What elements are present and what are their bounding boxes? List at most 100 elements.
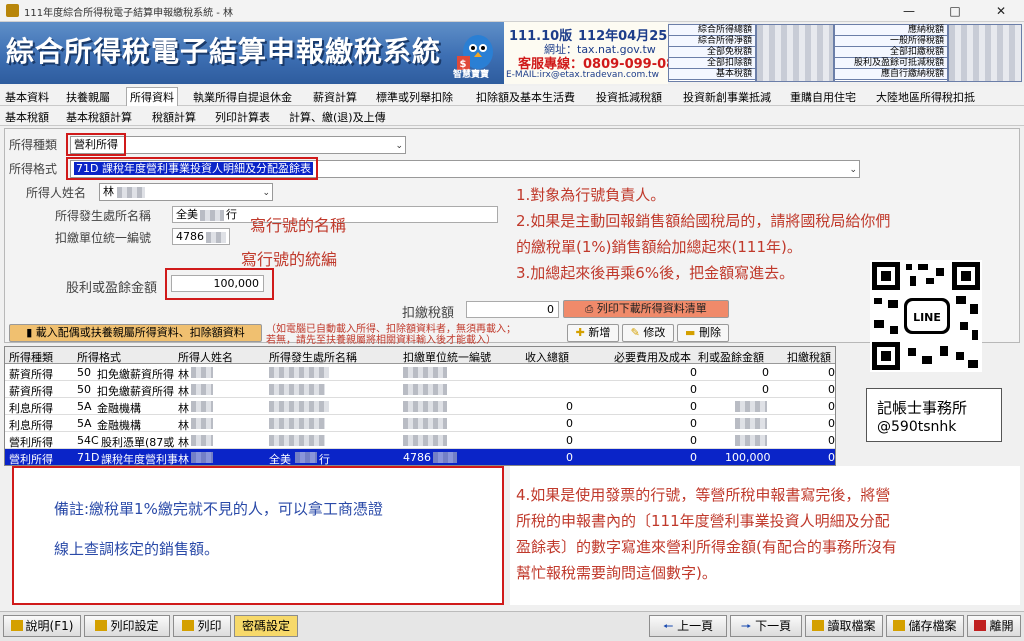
load-family-data-button[interactable]: ▮ 載入配偶或扶養親屬所得資料、扣除額資料 (9, 324, 262, 342)
window-title: 111年度綜合所得稅電子結算申報繳稅系統 - 林 (24, 8, 234, 19)
qr-line-label: LINE (913, 311, 941, 324)
table-row[interactable]: 薪資所得 50 扣免繳薪資所得 林 0 0 0 (5, 364, 835, 381)
tab-basic-tax-calc[interactable]: 基本稅額計算 (66, 109, 132, 125)
column-header: 扣繳稅額 (787, 351, 831, 364)
print-list-button[interactable]: ⎙ 列印下載所得資料清單 (563, 300, 729, 318)
tab-dependents[interactable]: 扶養親屬 (66, 89, 110, 105)
plus-icon: ✚ (575, 326, 585, 339)
bottom-toolbar: 說明(F1) 列印設定 列印 密碼設定 🠔 上一頁 🠖 下一頁 讀取檔案 儲存檔… (0, 611, 1024, 641)
minimize-button[interactable]: — (886, 0, 932, 22)
remark-line-2: 線上查調核定的銷售額。 (54, 540, 220, 558)
delete-button[interactable]: ▬ 刪除 (677, 324, 729, 342)
book-icon (10, 620, 23, 631)
printer-icon (182, 620, 195, 631)
redacted-text (403, 384, 447, 395)
next-page-button[interactable]: 🠖 下一頁 (730, 615, 802, 637)
withholder-id-label: 扣繳單位統一編號 (55, 231, 152, 245)
print-label: 列印 (197, 619, 222, 633)
contact-panel: 111.10版 112年04月25日製 網址：tax.nat.gov.tw 客服… (504, 22, 693, 84)
cell-code: 5A (77, 400, 92, 413)
redacted-text (433, 452, 457, 463)
tab-income[interactable]: 所得資料 (126, 87, 178, 106)
table-row-selected[interactable]: 營利所得 71D 課稅年度營利事 林 全美 行 4786 0 0 100,000… (5, 449, 835, 466)
tab-investment-credit[interactable]: 投資抵減稅額 (596, 89, 662, 105)
email-link[interactable]: E-MAIL:irx@etax.tradevan.com.tw (506, 70, 659, 80)
cell-cost: 0 (690, 451, 697, 464)
add-button[interactable]: ✚ 新增 (567, 324, 619, 342)
maximize-button[interactable]: □ (932, 0, 978, 22)
tab-salary[interactable]: 薪資計算 (313, 89, 357, 105)
table-row[interactable]: 營利所得 54C 股利憑單(87或 林 0 0 0 (5, 432, 835, 449)
load-note-2: 若無，請先至扶養親屬將相關資料輸入後才能載入） (266, 335, 496, 346)
tab-tax-calc[interactable]: 稅額計算 (152, 109, 196, 125)
print-setup-label: 列印設定 (110, 619, 159, 633)
cell-cost: 0 (690, 417, 697, 430)
tab-calc-upload[interactable]: 計算、繳(退)及上傳 (289, 109, 386, 125)
cell-tax: 0 (828, 383, 835, 396)
minus-icon: ▬ (685, 326, 696, 339)
note-1: 1.對象為行號負責人。 (516, 186, 666, 204)
help-label: 說明(F1) (25, 619, 74, 633)
column-header: 必要費用及成本 (614, 351, 691, 364)
tab-home-purchase[interactable]: 重購自用住宅 (790, 89, 856, 105)
prev-label: 上一頁 (677, 619, 714, 633)
print-setup-button[interactable]: 列印設定 (84, 615, 170, 637)
save-file-button[interactable]: 儲存檔案 (886, 615, 964, 637)
tab-basic-living[interactable]: 扣除額及基本生活費 (476, 89, 575, 105)
table-row[interactable]: 利息所得 5A 金融機構 林 0 0 0 (5, 398, 835, 415)
hint-shop-name: 寫行號的名稱 (250, 216, 347, 235)
summary-right-item: 應自行繳納稅額 (835, 69, 947, 80)
tab-mainland-tax[interactable]: 大陸地區所得稅扣抵 (876, 89, 975, 105)
edit-button[interactable]: ✎ 修改 (622, 324, 674, 342)
note-2a: 2.如果是主動回報銷售額給國稅局的，請將國稅局給你們 (516, 212, 891, 230)
exit-button[interactable]: 離開 (967, 615, 1021, 637)
help-button[interactable]: 說明(F1) (3, 615, 81, 637)
earner-name-select[interactable]: 林 ⌄ (99, 183, 273, 201)
cell-format: 課稅年度營利事 (101, 453, 178, 466)
table-row[interactable]: 薪資所得 50 扣免繳薪資所得 林 0 0 0 (5, 381, 835, 398)
cell-format: 扣免繳薪資所得 (97, 368, 174, 381)
pencil-icon: ✎ (630, 326, 640, 339)
withholding-tax-input[interactable]: 0 (466, 301, 559, 318)
tab-basic[interactable]: 基本資料 (5, 89, 49, 105)
table-row[interactable]: 利息所得 5A 金融機構 林 0 0 0 (5, 415, 835, 432)
cell-type: 利息所得 (9, 402, 53, 415)
redacted-text (269, 384, 325, 395)
close-button[interactable]: ✕ (978, 0, 1024, 22)
print-button[interactable]: 列印 (173, 615, 231, 637)
cell-type: 營利所得 (9, 436, 53, 449)
dividend-label: 股利或盈餘金額 (66, 281, 158, 296)
withholding-tax-label: 扣繳稅額 (402, 306, 455, 321)
income-format-label: 所得格式 (9, 162, 58, 176)
cell-tax: 0 (828, 451, 835, 464)
redacted-text (191, 401, 213, 412)
withholding-tax-value: 0 (547, 303, 554, 316)
cell-profit: 0 (762, 366, 769, 379)
tab-print-calc[interactable]: 列印計算表 (215, 109, 270, 125)
tab-basic-tax[interactable]: 基本稅額 (5, 109, 49, 125)
withholder-id-input[interactable]: 4786 (172, 228, 230, 245)
summary-left-item: 綜合所得總額 (669, 25, 755, 36)
office-line-id: @590tsnhk (877, 419, 957, 435)
cell-format: 扣免繳薪資所得 (97, 385, 174, 398)
note-4b: 所稅的申報書內的〔111年度營利事業投資人明細及分配 (516, 512, 890, 530)
chevron-down-icon: ⌄ (849, 165, 857, 175)
cell-format: 金融機構 (97, 419, 141, 432)
cell-profit: 100,000 (725, 451, 771, 464)
delete-label: 刪除 (698, 326, 721, 339)
qr-code-icon: LINE (870, 260, 982, 372)
summary-left-item: 全部免稅額 (669, 47, 755, 58)
tab-pension[interactable]: 執業所得自提退休金 (193, 89, 292, 105)
folder-icon: ▮ (26, 326, 33, 339)
cell-tax: 0 (828, 417, 835, 430)
column-header: 扣繳單位統一編號 (403, 351, 491, 364)
redacted-text (735, 418, 767, 429)
cell-name: 林 (178, 453, 189, 466)
tab-deduction[interactable]: 標準或列舉扣除 (376, 89, 453, 105)
password-button[interactable]: 密碼設定 (234, 615, 298, 637)
tab-startup-credit[interactable]: 投資新創事業抵減 (683, 89, 771, 105)
read-file-button[interactable]: 讀取檔案 (805, 615, 883, 637)
prev-page-button[interactable]: 🠔 上一頁 (649, 615, 727, 637)
redacted-text (295, 452, 317, 463)
save-label: 儲存檔案 (908, 619, 957, 633)
